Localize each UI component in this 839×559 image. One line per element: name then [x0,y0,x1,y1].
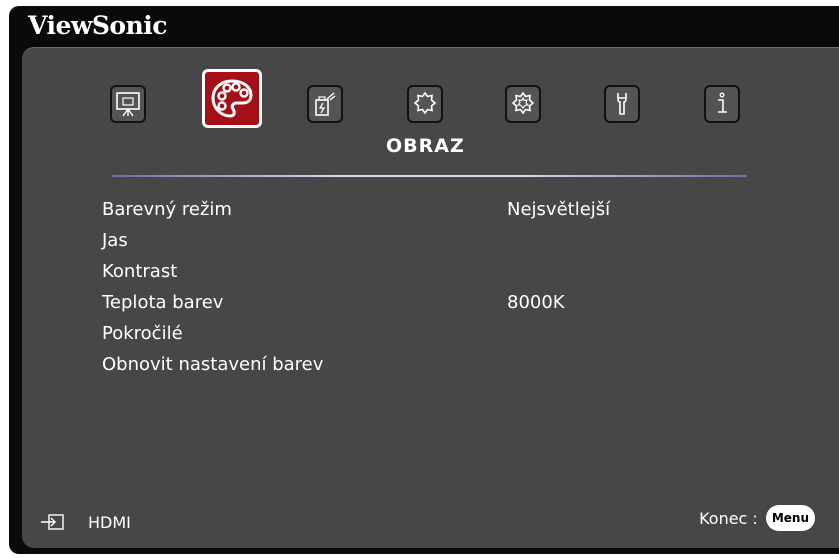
input-source-icon [41,514,64,530]
menu-item-label: Kontrast [102,261,178,282]
tab-advanced-settings[interactable] [505,85,541,123]
menu-item-value: 8000K [507,292,565,313]
display-icon [116,92,140,117]
tab-information[interactable] [704,85,740,123]
exit-hint: Konec : Menu [699,505,815,531]
divider [112,175,747,177]
tab-power-management[interactable] [307,85,343,123]
menu-item-contrast[interactable]: Kontrast [102,261,702,287]
exit-label: Konec : [699,508,758,528]
source-label: HDMI [88,512,131,532]
menu-key-badge[interactable]: Menu [765,505,815,531]
tab-image[interactable] [202,69,262,128]
section-title: OBRAZ [386,135,465,157]
menu-item-reset-color[interactable]: Obnovit nastavení barev [102,354,702,380]
menu-item-label: Pokročilé [102,323,183,344]
menu-item-value: Nejsvětlejší [507,199,611,220]
menu-item-brightness[interactable]: Jas [102,230,702,256]
tab-display[interactable] [110,85,146,123]
tab-system[interactable] [604,85,640,123]
info-icon [718,92,727,113]
menu-item-label: Jas [102,230,128,251]
tab-basic-settings[interactable] [407,85,443,123]
menu-item-label: Teplota barev [102,292,224,313]
palette-icon [211,78,253,118]
menu-item-label: Barevný režim [102,199,232,220]
basic-settings-icon [413,91,437,115]
menu-item-advanced[interactable]: Pokročilé [102,323,702,349]
power-management-icon [315,92,336,116]
menu-item-color-mode[interactable]: Barevný režim Nejsvětlejší [102,199,702,225]
menu-item-color-temperature[interactable]: Teplota barev 8000K [102,292,702,318]
wrench-icon [617,93,627,115]
brand-logo: ViewSonic [28,11,168,40]
advanced-settings-icon [511,91,535,115]
input-source: HDMI [40,512,131,532]
menu-item-label: Obnovit nastavení barev [102,354,324,375]
